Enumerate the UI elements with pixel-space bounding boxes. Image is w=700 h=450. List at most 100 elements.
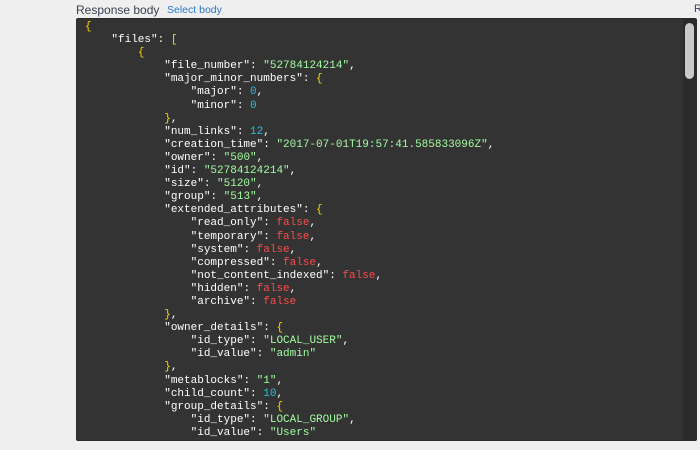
json-boolean: false <box>276 217 310 230</box>
scrollbar-thumb[interactable] <box>685 23 694 79</box>
json-text <box>85 191 164 203</box>
response-body-title: Response body <box>76 3 160 17</box>
json-number: 12 <box>250 125 264 138</box>
json-text: : <box>256 348 270 361</box>
json-punctuation: { <box>85 21 92 33</box>
code-line: "group_details": { <box>85 401 494 414</box>
json-text: , <box>276 374 284 387</box>
json-boolean: false <box>256 282 290 295</box>
json-text: , <box>170 309 178 322</box>
code-line: { <box>85 47 494 60</box>
json-string: "1" <box>256 374 277 387</box>
response-body-header: Response body Select body R <box>0 0 700 18</box>
json-text: , <box>309 230 317 243</box>
code-line: "not_content_indexed": false, <box>85 270 494 283</box>
json-text <box>85 361 164 373</box>
json-text: , <box>256 86 264 99</box>
code-line: "id_value": "admin" <box>85 348 494 361</box>
code-line: "group": "513", <box>85 191 494 204</box>
json-text: , <box>349 60 356 73</box>
code-line: "files": [ <box>85 34 494 47</box>
json-punctuation: } <box>164 112 171 125</box>
json-text <box>85 126 164 138</box>
json-text: : <box>250 335 264 348</box>
code-line: "owner_details": { <box>85 322 494 335</box>
code-line: "hidden": false, <box>85 283 494 296</box>
json-string: "2017-07-01T19:57:41.585833096Z" <box>276 138 488 151</box>
json-key: "hidden" <box>190 282 244 295</box>
json-text <box>85 388 164 400</box>
json-key: "file_number" <box>164 60 251 73</box>
response-body-panel[interactable]: { "files": [ { "file_number": "527841242… <box>76 18 697 441</box>
truncated-header-text: R <box>694 3 700 15</box>
json-key: "id_type" <box>190 413 251 426</box>
code-line: "num_links": 12, <box>85 126 494 139</box>
json-text: : <box>190 165 204 178</box>
json-punctuation: { <box>276 400 284 413</box>
code-line: }, <box>85 113 494 126</box>
code-line: "file_number": "52784124214", <box>85 60 494 73</box>
json-text <box>85 165 164 177</box>
code-line: }, <box>85 361 494 374</box>
json-text: : <box>157 34 171 47</box>
json-text <box>85 139 164 151</box>
json-key: "archive" <box>190 295 251 308</box>
json-text <box>85 100 191 112</box>
code-line: "size": "5120", <box>85 178 494 191</box>
json-text: : <box>256 426 270 439</box>
json-text <box>85 375 164 387</box>
json-text: : <box>263 230 277 243</box>
select-body-link[interactable]: Select body <box>167 4 222 16</box>
json-key: "num_links" <box>164 125 237 138</box>
json-text: : <box>329 269 343 282</box>
json-text: , <box>256 151 264 164</box>
json-key: "id_value" <box>190 426 257 439</box>
json-key: "system" <box>190 243 244 256</box>
code-line: "extended_attributes": { <box>85 204 494 217</box>
json-text <box>85 47 138 59</box>
json-text: : <box>269 256 284 269</box>
json-text: : <box>210 151 224 164</box>
json-key: "id_type" <box>190 335 251 348</box>
json-text <box>85 113 164 125</box>
json-text: : <box>236 86 251 99</box>
code-line: "compressed": false, <box>85 257 494 270</box>
json-text <box>85 309 164 321</box>
json-boolean: false <box>276 230 310 243</box>
json-string: "52784124214" <box>203 165 290 178</box>
json-string: "Users" <box>269 426 317 439</box>
code-line: { <box>85 21 494 34</box>
json-string: "LOCAL_USER" <box>263 335 343 348</box>
json-number: 10 <box>263 387 277 400</box>
json-text: : <box>250 413 264 426</box>
json-string: "52784124214" <box>263 60 350 73</box>
json-punctuation: { <box>137 47 145 60</box>
json-text <box>85 60 164 72</box>
json-text <box>85 86 191 98</box>
code-line: "metablocks": "1", <box>85 375 494 388</box>
json-punctuation: { <box>316 204 323 217</box>
json-text: : <box>243 282 257 295</box>
json-punctuation: [ <box>170 34 178 47</box>
json-text: , <box>170 112 178 125</box>
json-text <box>85 283 191 295</box>
json-code-block[interactable]: { "files": [ { "file_number": "527841242… <box>85 21 494 440</box>
json-text <box>85 204 164 216</box>
json-number: 0 <box>250 86 257 99</box>
json-key: "id_value" <box>190 348 257 361</box>
code-line: "read_only": false, <box>85 217 494 230</box>
json-string: "admin" <box>269 348 317 361</box>
json-string: "LOCAL_GROUP" <box>263 413 350 426</box>
json-text: : <box>210 191 224 204</box>
json-text: , <box>349 413 356 426</box>
code-line: "id_type": "LOCAL_USER", <box>85 335 494 348</box>
json-text: : <box>263 322 277 335</box>
json-text <box>85 152 164 164</box>
json-text: : <box>302 73 317 86</box>
json-text: , <box>375 269 383 282</box>
json-text: , <box>276 387 284 400</box>
json-text: , <box>309 217 317 230</box>
json-number: 0 <box>250 99 257 112</box>
json-string: "513" <box>223 191 257 204</box>
vertical-scrollbar[interactable] <box>683 19 696 440</box>
